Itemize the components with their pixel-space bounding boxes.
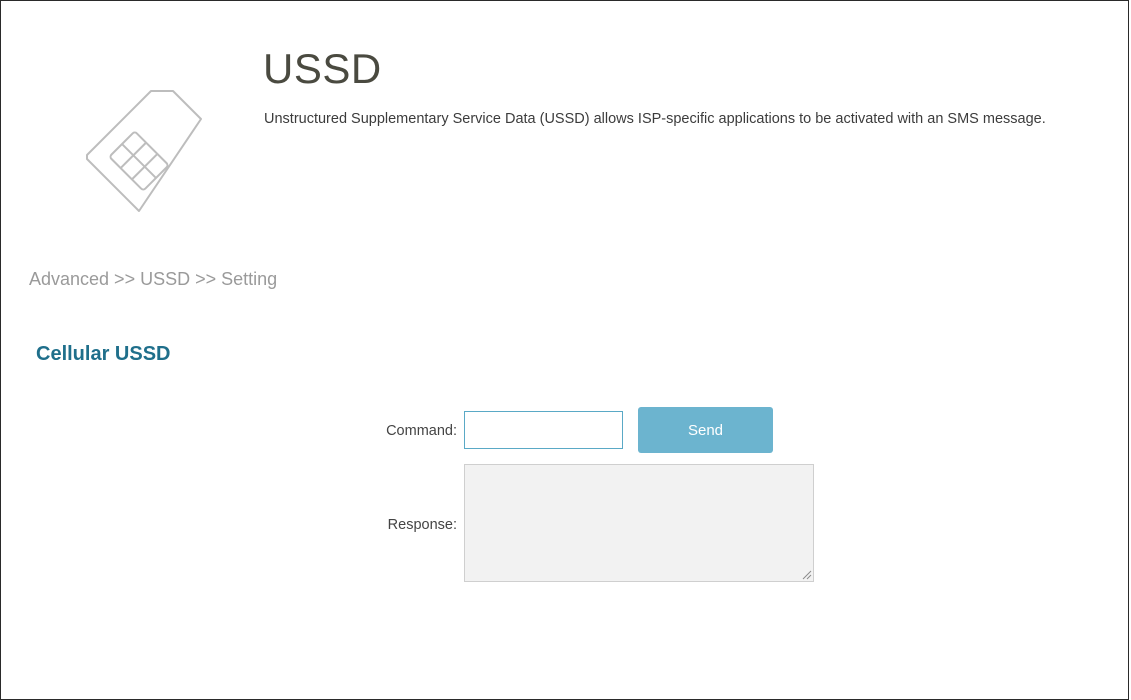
command-label: Command: <box>386 423 457 439</box>
response-textarea[interactable] <box>464 464 814 582</box>
page-title: USSD <box>263 45 382 92</box>
page-description: Unstructured Supplementary Service Data … <box>264 111 1046 127</box>
page-frame: USSD Unstructured Supplementary Service … <box>0 0 1129 700</box>
response-label: Response: <box>387 517 457 533</box>
command-input[interactable] <box>464 411 623 449</box>
breadcrumb: Advanced >> USSD >> Setting <box>29 269 278 289</box>
section-title: Cellular USSD <box>36 343 171 365</box>
sim-card-icon <box>86 90 202 212</box>
resize-grip-icon[interactable] <box>801 569 812 580</box>
send-button[interactable]: Send <box>638 407 773 453</box>
